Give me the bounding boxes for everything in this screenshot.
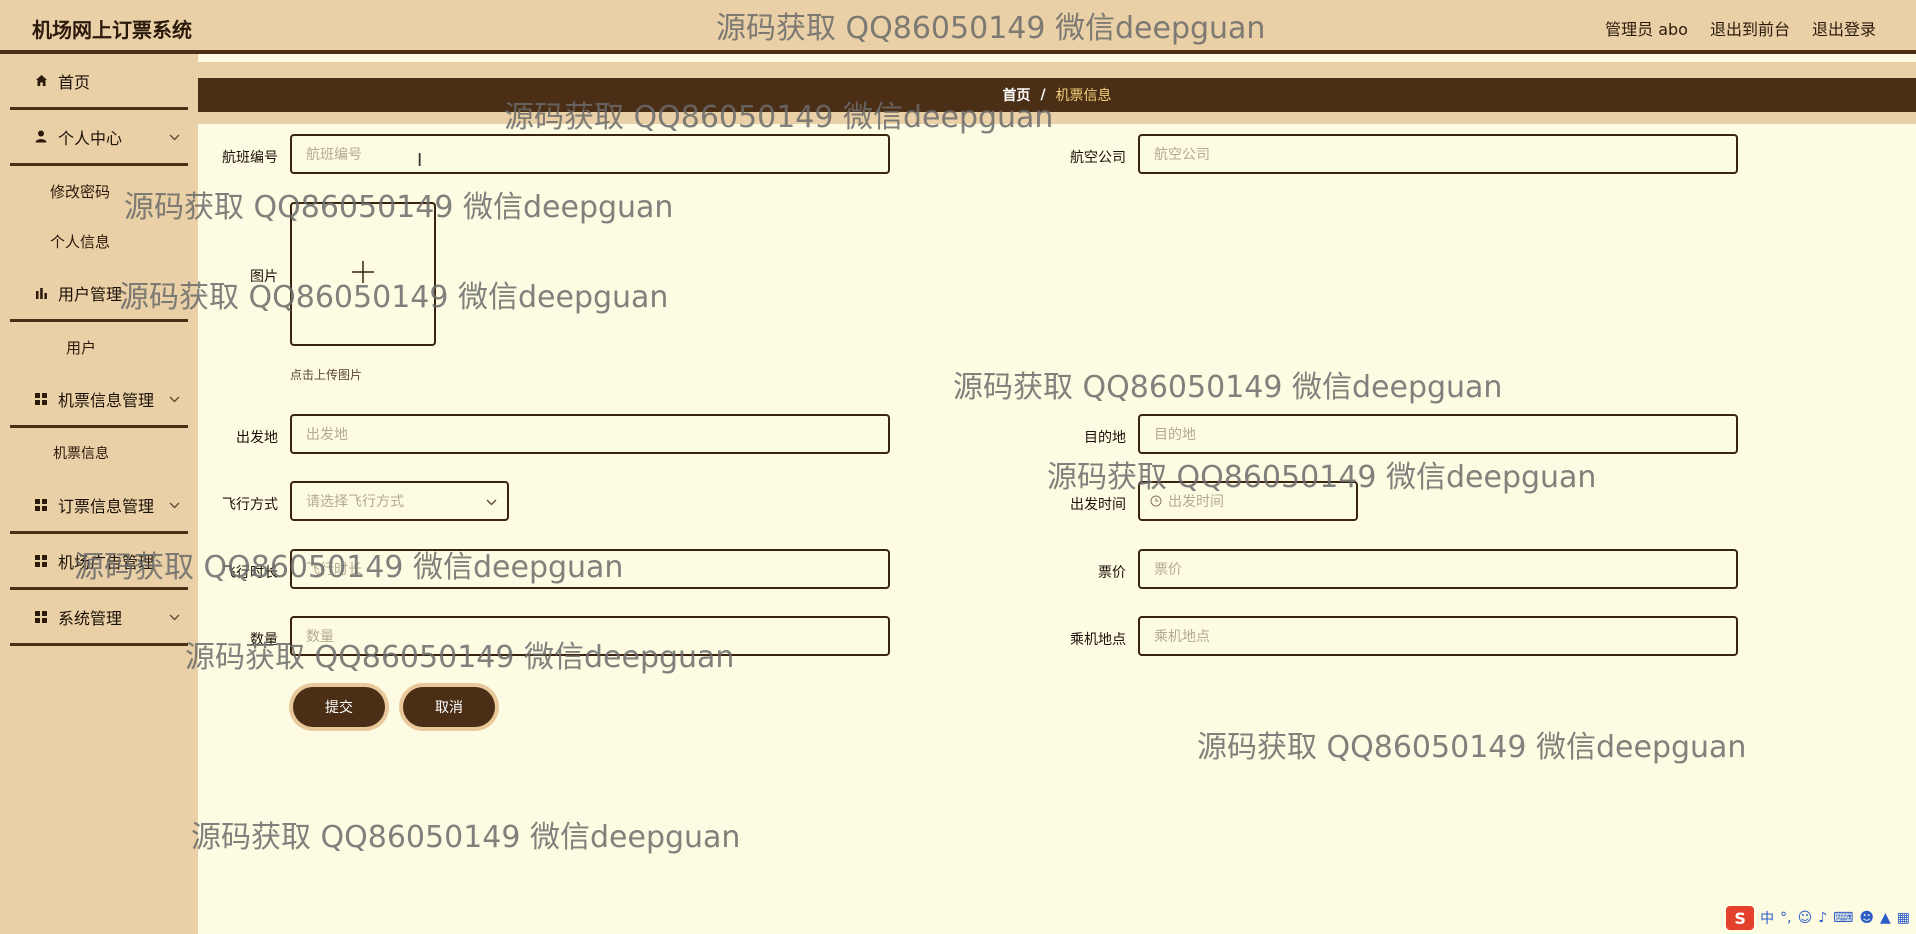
- ime-skin-icon[interactable]: ▲: [1880, 910, 1891, 926]
- price-label: 票价: [1098, 565, 1126, 581]
- price-input[interactable]: 票价: [1138, 549, 1738, 589]
- watermark: 源码获取 QQ86050149 微信deepguan: [185, 640, 735, 675]
- breadcrumb-current: 机票信息: [1055, 88, 1112, 104]
- ime-chinese-icon[interactable]: 中: [1760, 908, 1774, 928]
- text-cursor-icon: Ι: [417, 150, 423, 171]
- ime-tray: S 中 °, ☺ ♪ ⌨ ☻ ▲ ▦: [1726, 906, 1910, 930]
- boarding-label: 乘机地点: [1070, 632, 1126, 648]
- sidebar-item-label: 机票信息管理: [58, 390, 155, 410]
- sidebar-item-ticket-info-management[interactable]: 机票信息管理: [10, 372, 188, 428]
- logout-link[interactable]: 退出登录: [1812, 16, 1876, 40]
- sidebar-item-home[interactable]: 首页: [10, 54, 188, 110]
- chevron-down-icon: [169, 610, 180, 624]
- submit-button[interactable]: 提交: [293, 687, 385, 727]
- ime-menu-icon[interactable]: ▦: [1897, 910, 1910, 926]
- departure-label: 出发地: [236, 430, 278, 446]
- grid-icon: [34, 392, 48, 406]
- upload-hint: 点击上传图片: [290, 368, 363, 382]
- ime-emoji-icon[interactable]: ☺: [1798, 910, 1813, 926]
- exit-to-frontend-link[interactable]: 退出到前台: [1710, 16, 1790, 40]
- sidebar-item-label: 个人中心: [58, 128, 123, 148]
- grid-icon: [34, 498, 48, 512]
- flight-mode-placeholder: 请选择飞行方式: [306, 494, 404, 510]
- sidebar-item-label: 首页: [58, 72, 91, 92]
- flight-no-label: 航班编号: [222, 150, 278, 166]
- destination-label: 目的地: [1084, 430, 1126, 446]
- chevron-down-icon: [486, 495, 497, 509]
- sogou-ime-icon[interactable]: S: [1726, 906, 1755, 930]
- watermark: 源码获取 QQ86050149 微信deepguan: [1047, 460, 1597, 495]
- ime-user-icon[interactable]: ☻: [1859, 910, 1874, 926]
- home-icon: [34, 74, 48, 88]
- grid-icon: [34, 554, 48, 568]
- header-links: 管理员 abo 退出到前台 退出登录: [1605, 16, 1876, 40]
- bar-chart-icon: [34, 286, 48, 300]
- sidebar-subitem-ticket-info[interactable]: 机票信息: [10, 428, 188, 478]
- watermark: 源码获取 QQ86050149 微信deepguan: [119, 280, 669, 315]
- sidebar-item-order-info-management[interactable]: 订票信息管理: [10, 478, 188, 534]
- sidebar-item-system-management[interactable]: 系统管理: [10, 590, 188, 646]
- watermark: 源码获取 QQ86050149 微信deepguan: [191, 820, 741, 855]
- ime-punct-icon[interactable]: °,: [1780, 910, 1791, 926]
- clock-icon: [1150, 495, 1162, 507]
- watermark: 源码获取 QQ86050149 微信deepguan: [1197, 730, 1747, 765]
- sidebar-item-label: 系统管理: [58, 608, 123, 628]
- watermark: 源码获取 QQ86050149 微信deepguan: [716, 11, 1266, 46]
- destination-input[interactable]: 目的地: [1138, 414, 1738, 454]
- watermark: 源码获取 QQ86050149 微信deepguan: [124, 190, 674, 225]
- chevron-down-icon: [169, 392, 180, 406]
- ime-keyboard-icon[interactable]: ⌨: [1833, 910, 1853, 926]
- watermark: 源码获取 QQ86050149 微信deepguan: [504, 100, 1054, 135]
- departure-input[interactable]: 出发地: [290, 414, 890, 454]
- person-icon: [34, 130, 48, 144]
- chevron-down-icon: [169, 130, 180, 144]
- sidebar-subitem-users[interactable]: 用户: [10, 322, 188, 372]
- airline-label: 航空公司: [1070, 150, 1126, 166]
- app-title: 机场网上订票系统: [32, 18, 192, 42]
- flight-mode-select[interactable]: 请选择飞行方式: [290, 481, 509, 521]
- watermark: 源码获取 QQ86050149 微信deepguan: [74, 550, 624, 585]
- sidebar-item-label: 订票信息管理: [58, 496, 155, 516]
- ime-mic-icon[interactable]: ♪: [1818, 910, 1827, 926]
- flight-mode-label: 飞行方式: [222, 497, 278, 513]
- sidebar-item-personal-center[interactable]: 个人中心: [10, 110, 188, 166]
- cancel-button[interactable]: 取消: [403, 687, 495, 727]
- admin-user-label: 管理员 abo: [1605, 20, 1688, 39]
- watermark: 源码获取 QQ86050149 微信deepguan: [953, 370, 1503, 405]
- boarding-input[interactable]: 乘机地点: [1138, 616, 1738, 656]
- chevron-down-icon: [169, 498, 180, 512]
- breadcrumb: 首页 / 机票信息: [198, 78, 1916, 112]
- grid-icon: [34, 610, 48, 624]
- depart-time-label: 出发时间: [1070, 497, 1126, 513]
- airline-input[interactable]: 航空公司: [1138, 134, 1738, 174]
- sidebar-item-label: 用户管理: [58, 284, 123, 304]
- flight-no-input[interactable]: 航班编号: [290, 134, 890, 174]
